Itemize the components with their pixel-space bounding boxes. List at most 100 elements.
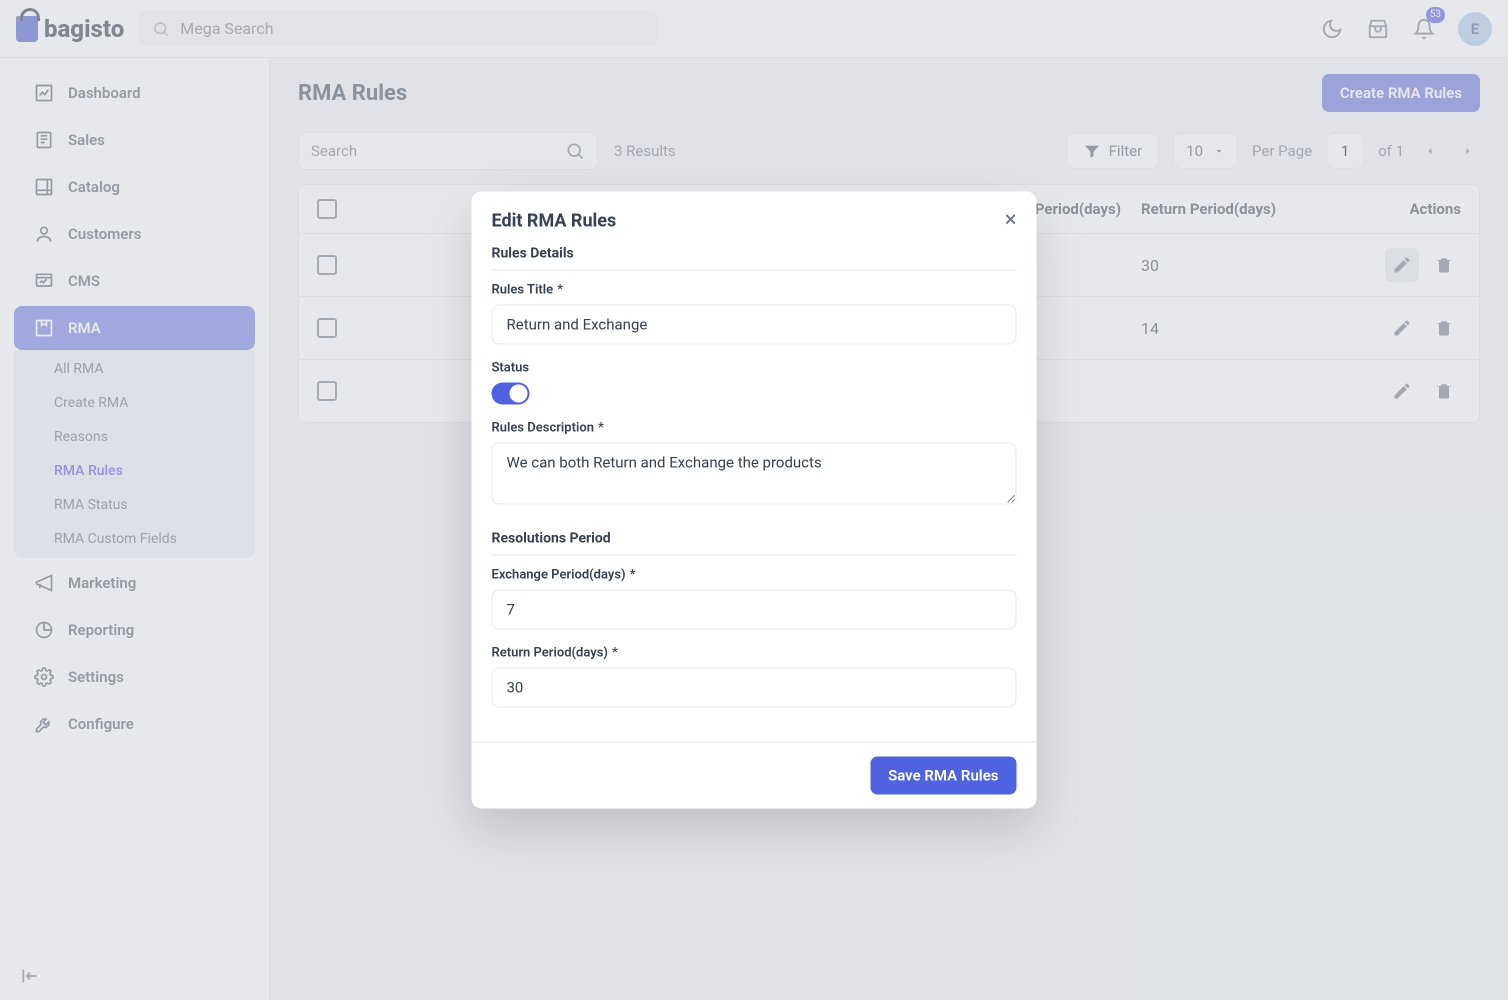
trash-icon — [1434, 318, 1454, 338]
delete-button[interactable] — [1427, 311, 1461, 345]
return-period-input[interactable] — [492, 668, 1017, 708]
notifications-button[interactable]: 53 — [1412, 17, 1436, 41]
sidebar-item-label: CMS — [68, 272, 100, 290]
sidebar: Dashboard Sales Catalog Customers CMS RM… — [0, 58, 270, 1000]
next-page-button[interactable] — [1456, 139, 1480, 163]
dashboard-icon — [34, 83, 54, 103]
sidebar-item-customers[interactable]: Customers — [14, 212, 255, 256]
trash-icon — [1434, 381, 1454, 401]
cms-icon — [34, 271, 54, 291]
label-rules-description: Rules Description* — [492, 421, 1017, 436]
prev-page-button[interactable] — [1418, 139, 1442, 163]
sidebar-item-configure[interactable]: Configure — [14, 702, 255, 746]
subnav-reasons[interactable]: Reasons — [14, 420, 255, 454]
per-page-value: 10 — [1186, 142, 1203, 160]
store-switcher[interactable] — [1366, 17, 1390, 41]
subnav-rma-status[interactable]: RMA Status — [14, 488, 255, 522]
sidebar-item-cms[interactable]: CMS — [14, 259, 255, 303]
sidebar-item-rma[interactable]: RMA — [14, 306, 255, 350]
per-page-select[interactable]: 10 — [1173, 133, 1238, 169]
pencil-icon — [1392, 381, 1412, 401]
rules-description-input[interactable] — [492, 443, 1017, 505]
delete-button[interactable] — [1427, 374, 1461, 408]
row-checkbox[interactable] — [317, 255, 337, 275]
configure-icon — [34, 714, 54, 734]
sidebar-item-catalog[interactable]: Catalog — [14, 165, 255, 209]
dark-mode-toggle[interactable] — [1320, 17, 1344, 41]
chevron-down-icon — [1213, 145, 1225, 157]
settings-icon — [34, 667, 54, 687]
row-checkbox[interactable] — [317, 381, 337, 401]
catalog-icon — [34, 177, 54, 197]
col-return-period[interactable]: Return Period(days) — [1141, 200, 1341, 218]
sidebar-collapse-button[interactable] — [20, 966, 40, 986]
label-rules-title: Rules Title* — [492, 283, 1017, 298]
topbar: bagisto 53 E — [0, 0, 1508, 58]
create-rma-rules-button[interactable]: Create RMA Rules — [1322, 74, 1480, 112]
bag-icon — [16, 16, 38, 42]
reporting-icon — [34, 620, 54, 640]
sidebar-item-dashboard[interactable]: Dashboard — [14, 71, 255, 115]
pencil-icon — [1392, 255, 1412, 275]
search-icon — [565, 141, 585, 161]
subnav-rma-custom-fields[interactable]: RMA Custom Fields — [14, 522, 255, 556]
exchange-period-input[interactable] — [492, 590, 1017, 630]
label-status: Status — [492, 361, 1017, 376]
rules-title-input[interactable] — [492, 305, 1017, 345]
select-all-checkbox[interactable] — [317, 199, 337, 219]
filter-button[interactable]: Filter — [1066, 133, 1160, 169]
chevron-left-icon — [1424, 145, 1436, 157]
pencil-icon — [1392, 318, 1412, 338]
edit-rma-rules-modal: Edit RMA Rules × Rules Details Rules Tit… — [472, 192, 1037, 809]
sidebar-item-sales[interactable]: Sales — [14, 118, 255, 162]
subnav-create-rma[interactable]: Create RMA — [14, 386, 255, 420]
brand-logo[interactable]: bagisto — [16, 15, 124, 43]
subnav-rma-rules[interactable]: RMA Rules — [14, 454, 255, 488]
rma-icon — [34, 318, 54, 338]
sidebar-item-label: Marketing — [68, 574, 136, 592]
modal-title: Edit RMA Rules — [492, 210, 617, 231]
chevron-right-icon — [1462, 145, 1474, 157]
marketing-icon — [34, 573, 54, 593]
store-icon — [1367, 18, 1389, 40]
mega-search[interactable] — [138, 11, 658, 46]
sidebar-item-label: Reporting — [68, 621, 134, 639]
trash-icon — [1434, 255, 1454, 275]
section-rules-details: Rules Details — [492, 246, 1017, 271]
avatar-letter: E — [1471, 20, 1479, 38]
sidebar-item-label: Catalog — [68, 178, 120, 196]
sidebar-item-label: Settings — [68, 668, 124, 686]
table-search[interactable] — [298, 132, 598, 170]
collapse-icon — [20, 966, 40, 986]
sidebar-item-label: RMA — [68, 319, 101, 337]
per-page-label: Per Page — [1252, 142, 1312, 160]
sidebar-item-marketing[interactable]: Marketing — [14, 561, 255, 605]
subnav-all-rma[interactable]: All RMA — [14, 352, 255, 386]
edit-button[interactable] — [1385, 248, 1419, 282]
status-toggle[interactable] — [492, 383, 530, 405]
sidebar-item-label: Customers — [68, 225, 141, 243]
edit-button[interactable] — [1385, 311, 1419, 345]
filter-icon — [1083, 142, 1101, 160]
modal-close-button[interactable]: × — [1005, 210, 1017, 232]
page-number-input[interactable] — [1326, 133, 1364, 169]
sidebar-item-label: Configure — [68, 715, 134, 733]
sidebar-item-label: Sales — [68, 131, 105, 149]
results-count: 3 Results — [614, 142, 676, 160]
edit-button[interactable] — [1385, 374, 1419, 408]
topbar-actions: 53 E — [1320, 12, 1492, 46]
brand-name: bagisto — [44, 15, 124, 43]
notification-badge: 53 — [1426, 7, 1445, 23]
row-checkbox[interactable] — [317, 318, 337, 338]
delete-button[interactable] — [1427, 248, 1461, 282]
customers-icon — [34, 224, 54, 244]
table-search-input[interactable] — [311, 142, 565, 160]
page-of-label: of 1 — [1378, 142, 1404, 160]
sidebar-item-settings[interactable]: Settings — [14, 655, 255, 699]
avatar[interactable]: E — [1458, 12, 1492, 46]
mega-search-input[interactable] — [180, 19, 644, 38]
rma-submenu: All RMA Create RMA Reasons RMA Rules RMA… — [14, 350, 255, 558]
save-rma-rules-button[interactable]: Save RMA Rules — [870, 757, 1016, 795]
sidebar-item-reporting[interactable]: Reporting — [14, 608, 255, 652]
label-return-period: Return Period(days)* — [492, 646, 1017, 661]
